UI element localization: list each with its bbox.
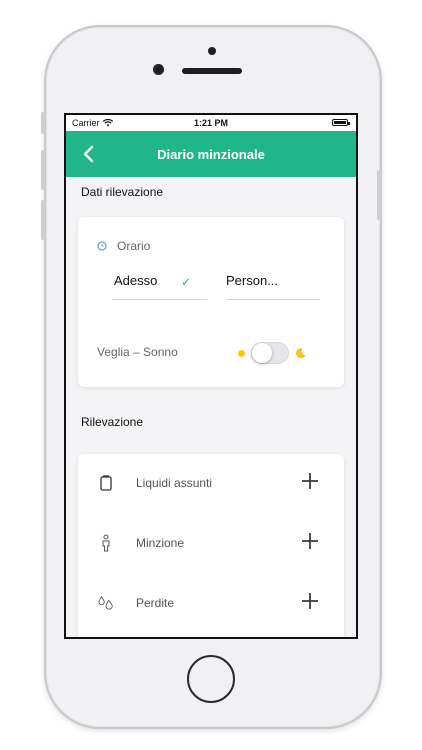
list-item-label: Liquidi assunti [136,476,213,490]
list-item-perdite[interactable]: Perdite [78,574,344,632]
check-icon: ✓ [181,275,192,289]
status-time: 1:21 PM [193,118,228,128]
add-minzione-button[interactable] [300,531,320,551]
orario-label: Orario [117,239,151,253]
front-camera-icon [153,64,164,75]
side-button-volume-up [41,150,45,190]
add-liquidi-button[interactable] [300,471,320,491]
moon-icon [296,348,306,359]
side-button-power [377,170,381,220]
veglia-sonno-control [238,342,307,364]
option-adesso-underline [112,299,207,300]
veglia-sonno-toggle[interactable] [251,342,289,364]
person-icon [98,533,114,553]
add-perdite-button[interactable] [300,591,320,611]
app-screen: Carrier 1:21 PM Diario minzionale Dati r… [64,113,358,639]
list-item-label: Perdite [136,596,175,610]
toggle-knob [252,343,272,363]
section-title-rilevazione: Rilevazione [81,415,144,429]
list-item-minzione[interactable]: Minzione [78,514,344,572]
clock-icon [97,241,107,251]
orario-row: Orario [97,239,150,253]
option-adesso[interactable]: Adesso [114,273,157,288]
chevron-left-icon [83,145,94,163]
page-title: Diario minzionale [157,146,265,162]
side-button-volume-down [41,200,45,240]
side-button-mute [41,112,45,134]
sun-icon [238,349,245,357]
veglia-sonno-label: Veglia – Sonno [97,345,178,359]
drops-icon [98,593,114,613]
home-button[interactable] [187,655,235,703]
list-item-label: Minzione [136,536,185,550]
front-sensor [208,47,216,55]
back-button[interactable] [76,141,100,167]
list-item-liquidi[interactable]: Liquidi assunti [78,454,344,512]
status-bar: Carrier 1:21 PM [66,115,356,131]
glass-icon [98,473,114,493]
card-dati-rilevazione: Orario Adesso ✓ Person... Veglia – Sonno [78,217,344,387]
main-content: Dati rilevazione Orario Adesso ✓ Person.… [66,177,356,637]
battery-icon [332,119,350,126]
option-personalizzato[interactable]: Person... [226,273,278,288]
nav-bar: Diario minzionale [66,131,356,177]
section-title-dati: Dati rilevazione [81,185,164,199]
option-personalizzato-underline [226,299,320,300]
earpiece-speaker [182,68,242,74]
card-rilevazione: Liquidi assunti Minzione Perdite [78,454,344,637]
